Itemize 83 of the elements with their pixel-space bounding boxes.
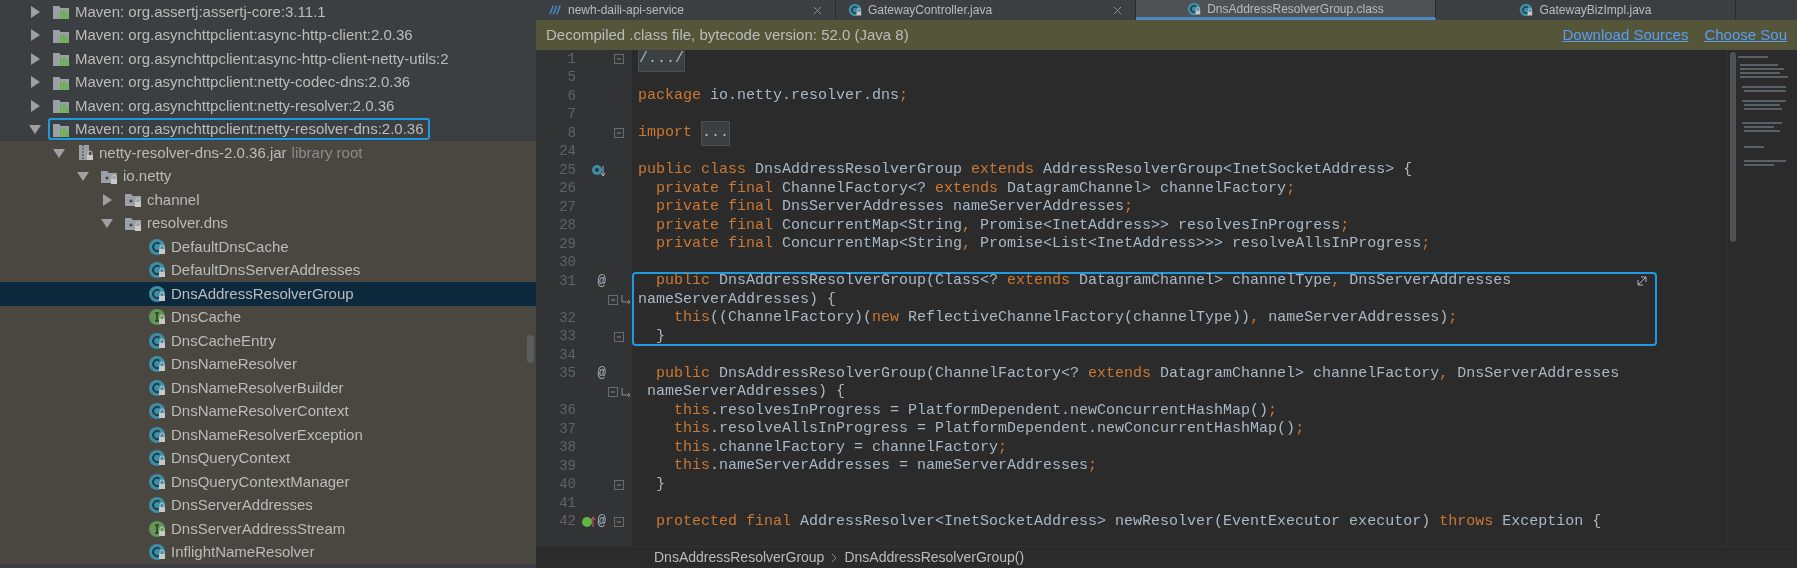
class-icon bbox=[148, 378, 166, 397]
fold-icon[interactable] bbox=[613, 515, 625, 528]
expand-arrow-icon[interactable] bbox=[100, 192, 114, 207]
tree-item[interactable]: DnsCache bbox=[144, 306, 248, 329]
code-line: public DnsAddressResolverGroup(Class<? extends DatagramChannel> channelType, DnsServerAddresses bbox=[655, 271, 1512, 291]
chevron-icon bbox=[830, 552, 839, 563]
class-icon bbox=[1187, 1, 1202, 16]
banner-link[interactable]: Choose Sou bbox=[1704, 23, 1787, 47]
code-line: this.resolveAllsInProgress = PlatformDependent.newConcurrentHashMap(); bbox=[673, 419, 1305, 439]
library-folder-icon bbox=[52, 97, 70, 115]
archive-icon bbox=[76, 144, 94, 162]
tree-item[interactable]: Maven: org.asynchttpclient:netty-codec-dns:2.0.36 bbox=[48, 71, 417, 94]
expand-arrow-icon[interactable] bbox=[28, 28, 42, 43]
soft-wrap-icon bbox=[618, 385, 632, 399]
code-line: private final ChannelFactory<? extends DatagramChannel> channelFactory; bbox=[655, 178, 1296, 199]
code-line: private final ConcurrentMap<String, Promise<List<InetAddress>>> resolveAllsInProgress; bbox=[655, 234, 1431, 254]
fold-icon[interactable] bbox=[613, 127, 625, 140]
breadcrumb[interactable]: DnsAddressResolverGroup bbox=[654, 547, 825, 568]
expand-arrow-icon[interactable] bbox=[28, 98, 42, 113]
class-icon bbox=[848, 3, 862, 17]
overridden-method-icon[interactable] bbox=[591, 162, 606, 178]
fold-icon[interactable] bbox=[613, 53, 625, 66]
package-folder-icon bbox=[124, 191, 142, 209]
fold-icon[interactable] bbox=[606, 386, 619, 399]
expand-arrow-icon[interactable] bbox=[28, 4, 42, 19]
class-icon bbox=[148, 284, 166, 303]
banner-link[interactable]: Download Sources bbox=[1562, 23, 1689, 47]
tree-item[interactable]: io.netty bbox=[96, 165, 178, 188]
class-icon bbox=[1519, 3, 1534, 17]
code-line: public class DnsAddressResolverGroup extends AddressResolverGroup<InetSocketAddress> { bbox=[638, 160, 1413, 180]
banner-text: Decompiled .class file, bytecode version: 52.0 (Java 8) bbox=[546, 24, 909, 45]
tree-item[interactable]: Maven: org.assertj:assertj-core:3.11.1 bbox=[48, 0, 332, 23]
code-line: this.channelFactory = channelFactory; bbox=[673, 437, 1008, 458]
annotation-marker: @ bbox=[597, 512, 606, 532]
annotation-marker: @ bbox=[597, 364, 606, 384]
soft-wrap-icon bbox=[1635, 274, 1649, 289]
scrollbar-thumb[interactable] bbox=[527, 335, 534, 363]
soft-wrap-icon bbox=[618, 293, 632, 307]
code-line: this((ChannelFactory)(new ReflectiveChannelFactory(channelType)), nameServerAddresses); bbox=[673, 308, 1458, 328]
tree-item[interactable]: Maven: org.asynchttpclient:async-http-client-netty-utils:2 bbox=[48, 47, 455, 70]
interface-icon bbox=[148, 308, 166, 327]
interface-icon bbox=[148, 519, 166, 538]
tree-item[interactable]: channel bbox=[120, 188, 206, 211]
code-line: } bbox=[655, 326, 665, 347]
code-line: this.nameServerAddresses = nameServerAddresses; bbox=[673, 456, 1098, 476]
fold-icon[interactable] bbox=[613, 478, 625, 491]
breadcrumb[interactable]: DnsAddressResolverGroup() bbox=[844, 547, 1025, 568]
library-root-label: library root bbox=[291, 143, 363, 162]
code-line: protected final AddressResolver<InetSocketAddress> newResolver(EventExecutor executor) throws Exception { bbox=[655, 511, 1602, 532]
class-icon bbox=[148, 237, 166, 256]
code-line: nameServerAddresses) { bbox=[646, 382, 846, 402]
class-icon bbox=[148, 402, 166, 421]
tree-item[interactable]: Maven: org.asynchttpclient:netty-resolver:2.0.36 bbox=[48, 94, 401, 117]
module-icon bbox=[548, 3, 562, 17]
class-icon bbox=[148, 496, 166, 515]
fold-icon[interactable] bbox=[606, 293, 619, 306]
class-icon bbox=[148, 472, 166, 491]
close-icon[interactable] bbox=[812, 4, 823, 16]
class-icon bbox=[148, 355, 166, 374]
code-line: nameServerAddresses) { bbox=[638, 289, 837, 310]
code-line: package io.netty.resolver.dns; bbox=[638, 86, 909, 106]
code-line: private final DnsServerAddresses nameServerAddresses; bbox=[655, 197, 1134, 217]
class-icon bbox=[148, 331, 166, 350]
library-folder-icon bbox=[52, 50, 70, 68]
fold-icon[interactable] bbox=[613, 330, 625, 343]
editor-tab[interactable]: DnsAddressResolverGroup.class bbox=[1136, 0, 1436, 20]
tree-item[interactable]: Maven: org.asynchttpclient:netty-resolver-dns:2.0.36 bbox=[48, 118, 430, 141]
implementation-icon[interactable] bbox=[580, 514, 596, 530]
class-icon bbox=[148, 543, 166, 562]
tree-item[interactable]: Maven: org.asynchttpclient:async-http-client:2.0.36 bbox=[48, 24, 419, 47]
close-icon[interactable] bbox=[1112, 4, 1123, 16]
code-line: import ... bbox=[638, 121, 731, 146]
annotation-marker: @ bbox=[597, 271, 606, 291]
code-line: this.resolvesInProgress = PlatformDependent.newConcurrentHashMap(); bbox=[673, 400, 1278, 421]
expand-arrow-icon[interactable] bbox=[28, 51, 42, 66]
expand-arrow-icon[interactable] bbox=[28, 75, 42, 90]
library-folder-icon bbox=[52, 3, 70, 21]
code-line: } bbox=[655, 474, 665, 495]
code-line: private final ConcurrentMap<String, Promise<InetAddress>> resolvesInProgress; bbox=[655, 215, 1350, 236]
class-icon bbox=[148, 449, 166, 468]
class-icon bbox=[148, 425, 166, 444]
class-icon bbox=[148, 261, 166, 280]
code-line: public DnsAddressResolverGroup(ChannelFactory<? extends DatagramChannel> channelFactory, DnsServerAddresses bbox=[655, 363, 1620, 384]
